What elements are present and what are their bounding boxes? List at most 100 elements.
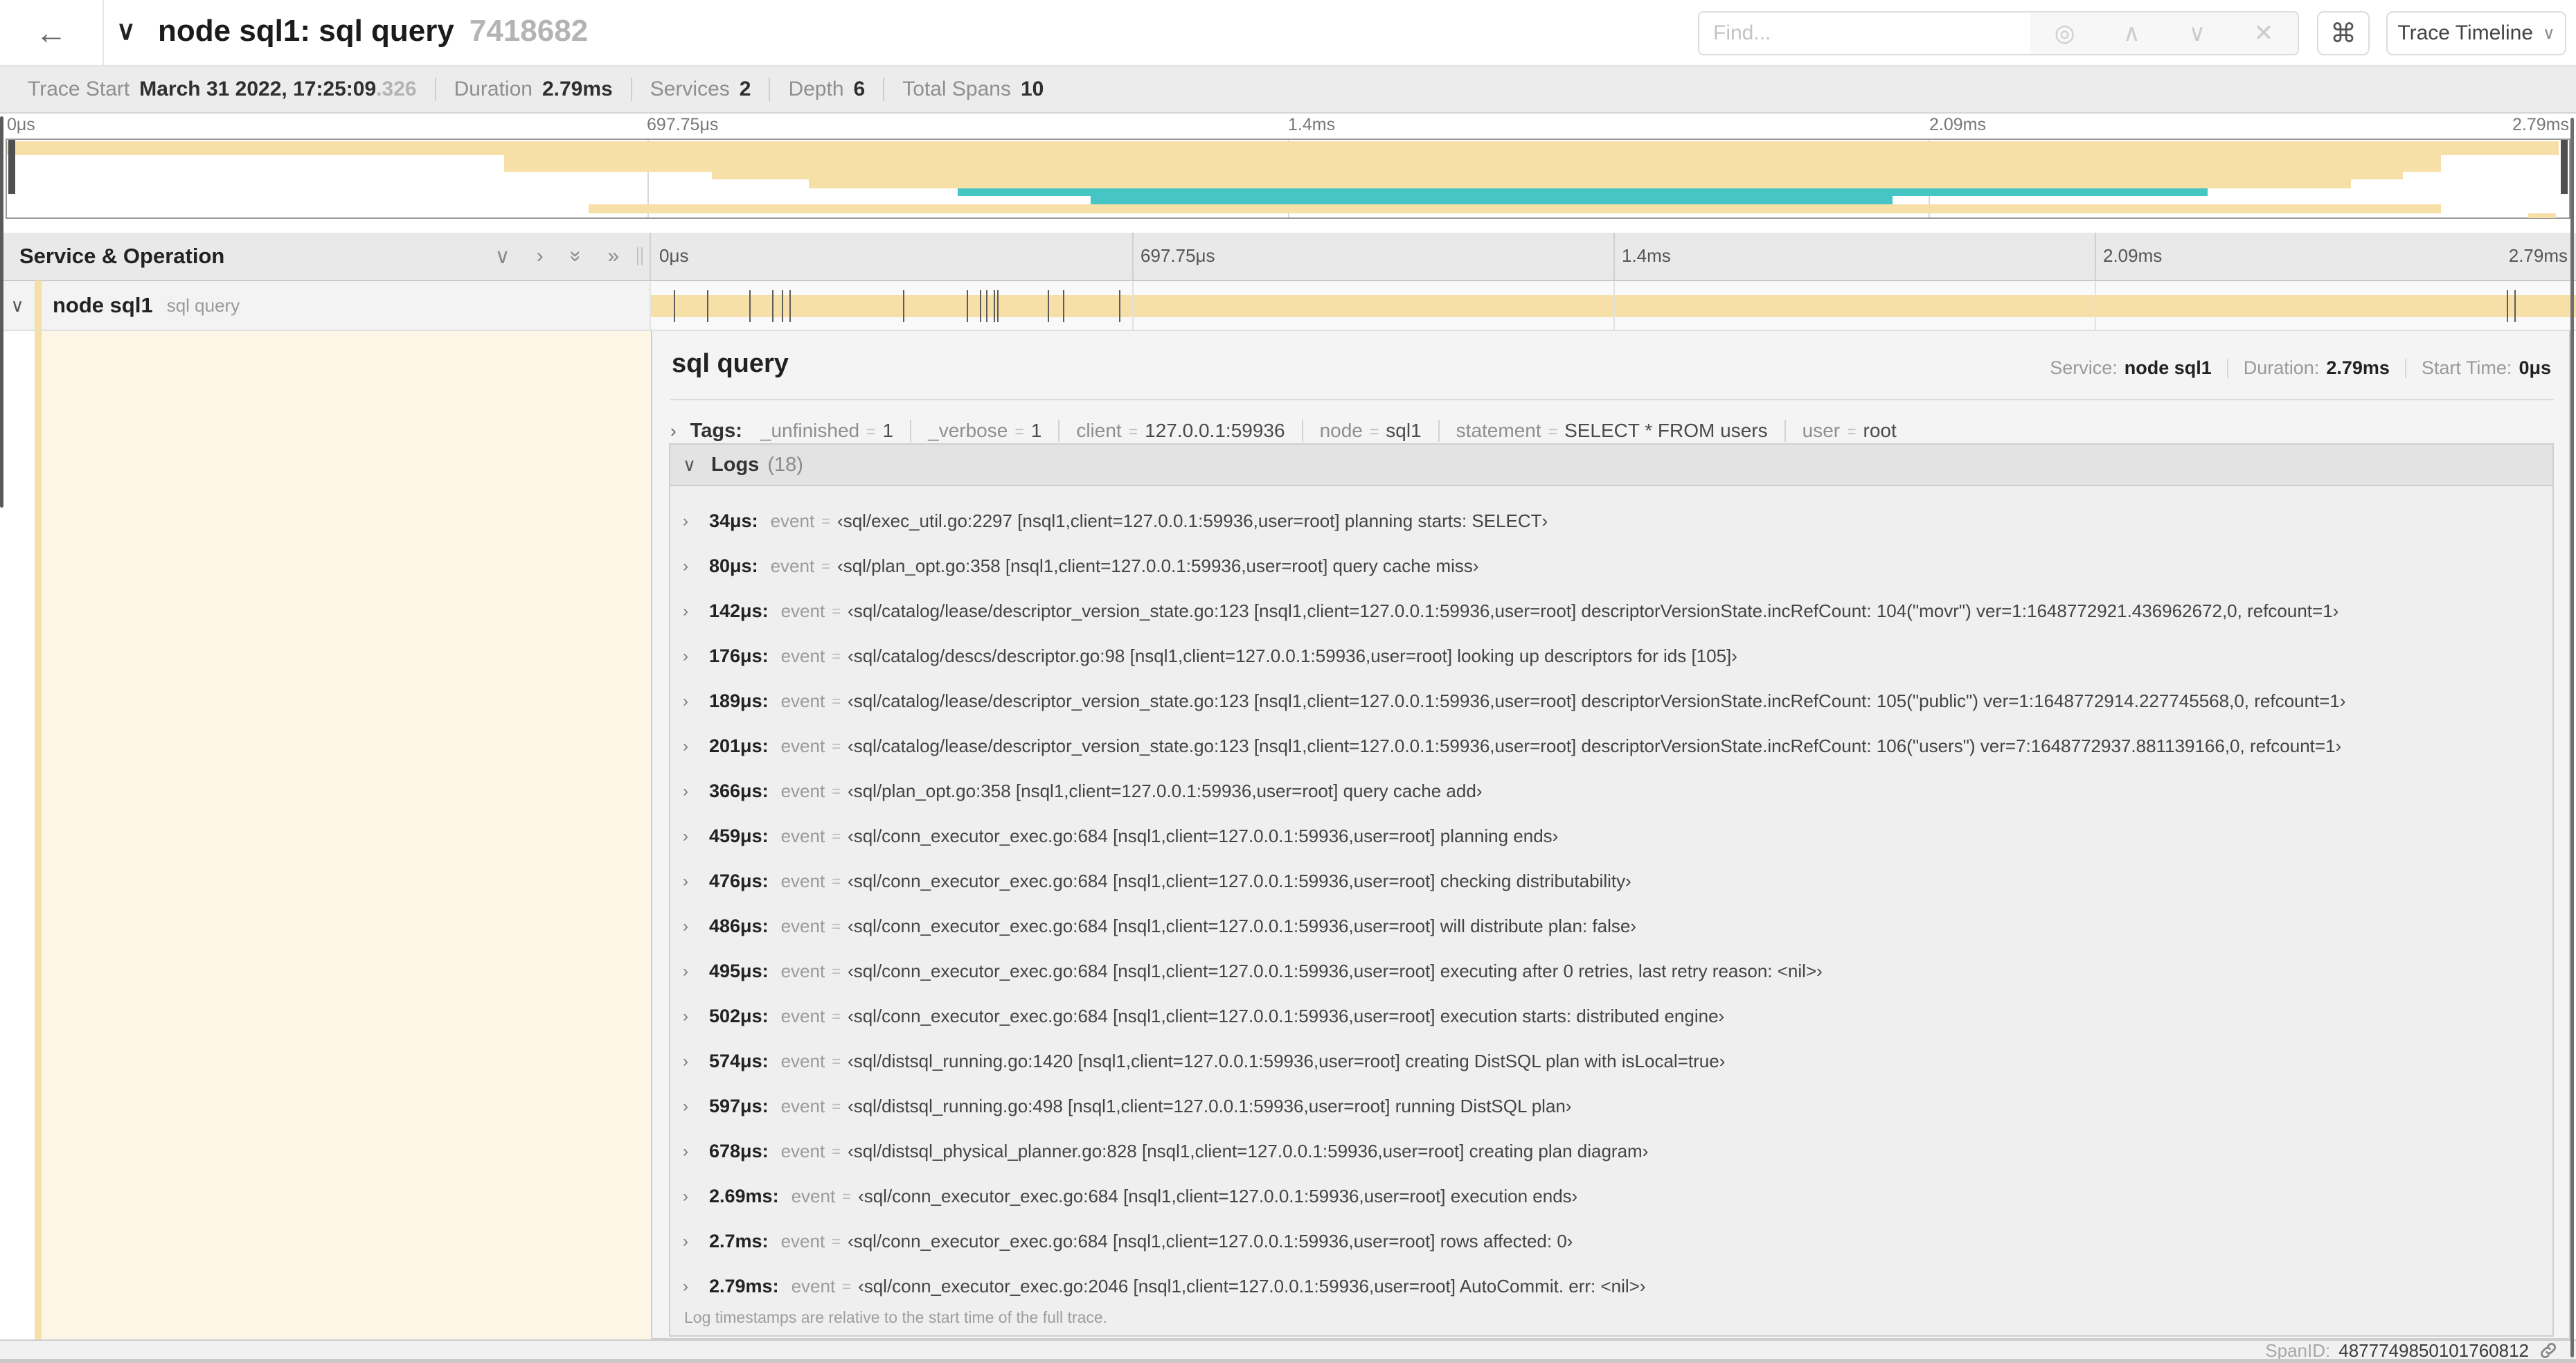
log-timestamp: 189μs: <box>709 691 769 711</box>
tag-item: client = 127.0.0.1:59936 <box>1058 420 1301 442</box>
chevron-right-icon[interactable]: › <box>683 962 697 981</box>
summary-value: 2 <box>739 78 751 100</box>
log-message: ‹sql/catalog/lease/descriptor_version_st… <box>848 600 2339 621</box>
span-collapse-chevron-icon[interactable]: ∨ <box>0 295 35 317</box>
log-row[interactable]: › 2.69ms: event = ‹sql/conn_executor_exec.go… <box>670 1174 2552 1219</box>
span-timeline-cell[interactable] <box>651 281 2576 331</box>
log-row[interactable]: › 80μs: event = ‹sql/plan_opt.go:358 [nsql1,… <box>670 544 2552 589</box>
tags-label: Tags: <box>690 419 742 442</box>
logs-header[interactable]: ∨ Logs (18) <box>670 445 2552 486</box>
chevron-right-icon[interactable]: › <box>683 1097 697 1116</box>
find-clear-icon[interactable]: ✕ <box>2254 19 2274 47</box>
span-tree-row[interactable]: ∨ node sql1 sql query <box>0 280 651 331</box>
chevron-right-icon[interactable]: › <box>683 872 697 891</box>
chevron-right-icon[interactable]: › <box>683 917 697 936</box>
duration-value: 2.79ms <box>2326 357 2390 378</box>
link-icon[interactable] <box>2539 1341 2558 1360</box>
find-input[interactable] <box>1698 11 2032 55</box>
log-row[interactable]: › 34μs: event = ‹sql/exec_util.go:2297 [nsql… <box>670 499 2552 544</box>
column-resizer-handle[interactable] <box>637 247 643 265</box>
chevron-right-icon[interactable]: › <box>683 557 697 576</box>
chevron-right-icon[interactable]: › <box>683 782 697 801</box>
locate-icon[interactable]: ◎ <box>2055 19 2075 47</box>
log-row[interactable]: › 366μs: event = ‹sql/plan_opt.go:358 [nsql1… <box>670 769 2552 814</box>
equals-sign: = <box>832 917 841 935</box>
log-row[interactable]: › 2.79ms: event = ‹sql/conn_executor_exec.go… <box>670 1264 2552 1309</box>
log-field-name: event <box>780 691 825 711</box>
find-prev-icon[interactable]: ∧ <box>2123 19 2140 47</box>
log-row[interactable]: › 201μs: event = ‹sql/catalog/lease/descript… <box>670 724 2552 769</box>
collapse-one-icon[interactable]: ∨ <box>495 244 510 269</box>
log-message: ‹sql/distsql_running.go:498 [nsql1,clien… <box>848 1096 1572 1116</box>
chevron-right-icon[interactable]: › <box>683 647 697 666</box>
chevron-right-icon[interactable]: › <box>683 1187 697 1206</box>
log-timestamp: 502μs: <box>709 1006 769 1026</box>
minimap-right-handle[interactable] <box>2561 140 2568 194</box>
chevron-right-icon[interactable]: › <box>683 737 697 756</box>
ruler-tick-label: 0μs <box>7 115 35 134</box>
log-row[interactable]: › 502μs: event = ‹sql/conn_executor_exec.go:… <box>670 994 2552 1039</box>
log-row[interactable]: › 142μs: event = ‹sql/catalog/lease/descript… <box>670 589 2552 634</box>
timeline-gridline <box>2095 281 2096 330</box>
log-field-name: event <box>780 916 825 936</box>
log-message: ‹sql/conn_executor_exec.go:684 [nsql1,cl… <box>848 961 1823 981</box>
span-detail-meta: Service: node sql1 Duration: 2.79ms Star… <box>2050 357 2551 379</box>
chevron-right-icon[interactable]: › <box>683 1277 697 1297</box>
back-button[interactable]: ← <box>0 0 104 65</box>
log-row[interactable]: › 678μs: event = ‹sql/distsql_physical_plann… <box>670 1129 2552 1174</box>
log-field-name: event <box>791 1186 836 1206</box>
chevron-down-icon[interactable]: ∨ <box>683 454 696 476</box>
tag-item: _verbose = 1 <box>910 420 1058 442</box>
chevron-right-icon[interactable]: › <box>683 827 697 846</box>
tree-controls: ∨ › » » <box>495 244 619 269</box>
expand-one-icon[interactable]: › <box>537 244 544 268</box>
trace-minimap[interactable] <box>6 139 2570 219</box>
chevron-right-icon[interactable]: › <box>683 1052 697 1071</box>
chevron-right-icon[interactable]: › <box>683 602 697 621</box>
trace-collapse-chevron-icon[interactable]: ∨ <box>116 15 136 46</box>
equals-sign: = <box>821 512 831 530</box>
chevron-right-icon[interactable]: › <box>683 692 697 711</box>
log-row[interactable]: › 2.7ms: event = ‹sql/conn_executor_exec.go:… <box>670 1219 2552 1264</box>
equals-sign: = <box>866 422 876 440</box>
minimap-left-handle[interactable] <box>8 140 15 194</box>
log-timestamp: 2.79ms: <box>709 1276 779 1297</box>
collapse-all-icon[interactable]: » <box>564 251 587 262</box>
equals-sign: = <box>832 737 841 755</box>
log-row[interactable]: › 486μs: event = ‹sql/conn_executor_exec.go:… <box>670 904 2552 949</box>
log-timestamp: 476μs: <box>709 871 769 891</box>
chevron-right-icon[interactable]: › <box>670 420 677 442</box>
find-next-icon[interactable]: ∨ <box>2188 19 2206 47</box>
log-message: ‹sql/conn_executor_exec.go:2046 [nsql1,c… <box>858 1276 1646 1297</box>
log-row[interactable]: › 189μs: event = ‹sql/catalog/lease/descript… <box>670 679 2552 724</box>
ruler-tick-label: 0μs <box>659 245 689 266</box>
tag-value: 127.0.0.1:59936 <box>1145 420 1285 441</box>
log-row[interactable]: › 476μs: event = ‹sql/conn_executor_exec.go:… <box>670 859 2552 904</box>
log-row[interactable]: › 597μs: event = ‹sql/distsql_running.go:498… <box>670 1084 2552 1129</box>
chevron-right-icon[interactable]: › <box>683 512 697 531</box>
chevron-right-icon[interactable]: › <box>683 1007 697 1026</box>
log-timestamp: 486μs: <box>709 916 769 936</box>
chevron-right-icon[interactable]: › <box>683 1232 697 1251</box>
summary-value: 10 <box>1020 78 1044 100</box>
tag-key: user <box>1802 420 1841 441</box>
log-row[interactable]: › 459μs: event = ‹sql/conn_executor_exec.go:… <box>670 814 2552 859</box>
vertical-scrollbar[interactable] <box>2570 118 2574 1357</box>
log-marker-tick <box>782 290 784 322</box>
tag-item: statement = SELECT * FROM users <box>1438 420 1785 442</box>
log-row[interactable]: › 574μs: event = ‹sql/distsql_running.go:142… <box>670 1039 2552 1084</box>
log-row[interactable]: › 176μs: event = ‹sql/catalog/descs/descript… <box>670 634 2552 679</box>
log-marker-tick <box>1118 290 1120 322</box>
summary-item: Duration 2.79ms <box>434 78 631 101</box>
expand-all-icon[interactable]: » <box>607 244 619 268</box>
trace-view-selector[interactable]: Trace Timeline ∨ <box>2386 11 2566 55</box>
ruler-tick-label: 1.4ms <box>1622 245 1671 266</box>
chevron-right-icon[interactable]: › <box>683 1142 697 1161</box>
logs-label: Logs <box>711 453 760 476</box>
equals-sign: = <box>832 962 841 980</box>
equals-sign: = <box>832 1052 841 1070</box>
log-row[interactable]: › 495μs: event = ‹sql/conn_executor_exec.go:… <box>670 949 2552 994</box>
minimap-span-band <box>7 141 2559 155</box>
keyboard-shortcuts-button[interactable]: ⌘ <box>2317 11 2370 55</box>
left-scrollbar[interactable] <box>0 116 3 508</box>
